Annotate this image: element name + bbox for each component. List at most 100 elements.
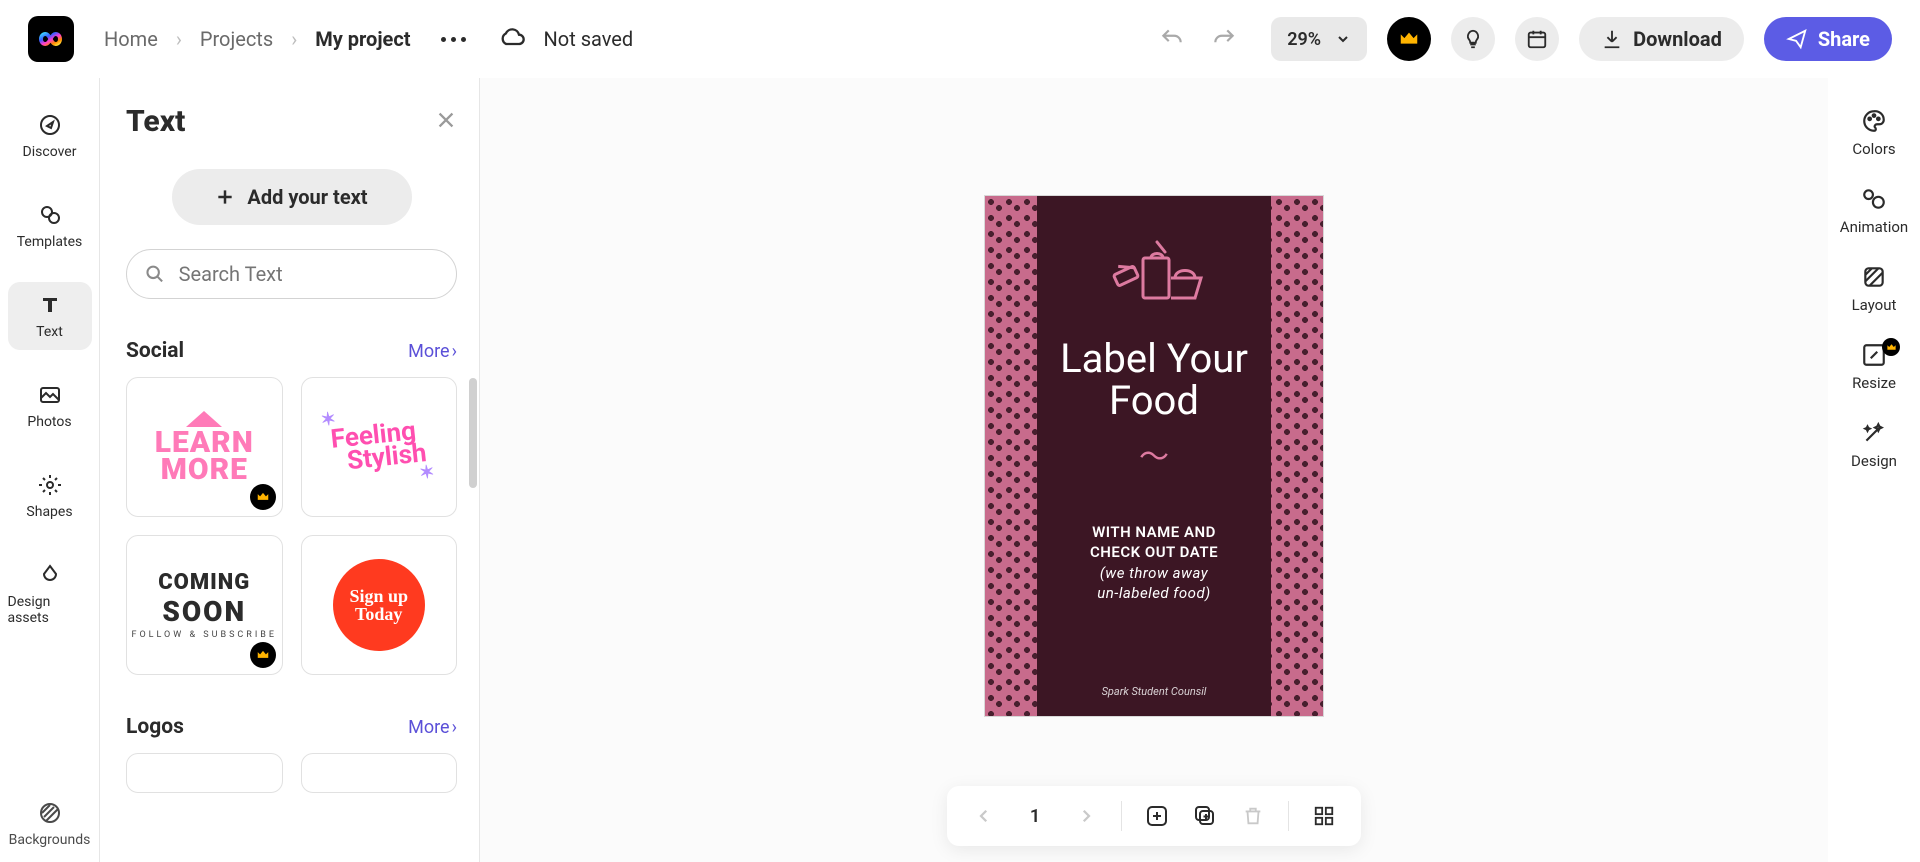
share-label: Share: [1818, 27, 1870, 51]
premium-badge: [250, 642, 276, 668]
drop-icon: [37, 562, 63, 588]
artboard-footer: Spark Student Counsil: [1102, 685, 1207, 698]
rail-text[interactable]: Text: [8, 282, 92, 350]
gear-icon: [37, 472, 63, 498]
breadcrumb-projects[interactable]: Projects: [200, 27, 273, 51]
wand-icon: [1861, 420, 1887, 446]
rail-label: Templates: [17, 234, 83, 250]
duplicate-icon: [1193, 804, 1217, 828]
artboard-subtitle: WITH NAME AND CHECK OUT DATE (we throw a…: [1090, 522, 1218, 603]
rail-backgrounds[interactable]: Backgrounds: [8, 790, 92, 858]
plus-icon: [215, 187, 235, 207]
rail-shapes[interactable]: Shapes: [8, 462, 92, 530]
rail-design-assets[interactable]: Design assets: [8, 552, 92, 636]
text-panel: Text Add your text Social More› LEARN MO…: [100, 78, 480, 862]
add-text-label: Add your text: [247, 185, 367, 209]
grid-view-button[interactable]: [1307, 799, 1341, 833]
rail-label: Text: [36, 324, 63, 340]
chevron-left-icon: [975, 807, 993, 825]
share-button[interactable]: Share: [1764, 17, 1892, 61]
rrail-colors[interactable]: Colors: [1834, 108, 1914, 158]
text-icon: [37, 292, 63, 318]
search-input[interactable]: [177, 261, 438, 287]
delete-page-button[interactable]: [1236, 799, 1270, 833]
animation-icon: [1861, 186, 1887, 212]
top-bar: Home › Projects › My project Not saved 2…: [0, 0, 1920, 78]
section-social-more[interactable]: More›: [408, 341, 457, 362]
close-panel-button[interactable]: [435, 109, 457, 135]
rail-discover[interactable]: Discover: [8, 102, 92, 170]
image-icon: [37, 382, 63, 408]
download-button[interactable]: Download: [1579, 17, 1744, 61]
lightbulb-icon: [1462, 28, 1484, 50]
breadcrumb: Home › Projects › My project: [104, 27, 411, 51]
template-coming-soon[interactable]: COMING SOON FOLLOW & SUBSCRIBE: [126, 535, 283, 675]
section-logos-title: Logos: [126, 715, 184, 739]
panel-scrollbar[interactable]: [469, 378, 477, 488]
more-menu-button[interactable]: [441, 37, 466, 42]
grid-icon: [1313, 805, 1335, 827]
plus-square-icon: [1145, 804, 1169, 828]
crown-icon: [1398, 28, 1420, 50]
template-sign-up-today[interactable]: Sign up Today: [301, 535, 458, 675]
page-toolbar: 1: [947, 786, 1361, 846]
redo-button[interactable]: [1211, 26, 1237, 52]
schedule-button[interactable]: [1515, 17, 1559, 61]
send-icon: [1786, 28, 1808, 50]
duplicate-page-button[interactable]: [1188, 799, 1222, 833]
add-text-button[interactable]: Add your text: [172, 169, 412, 225]
food-icon: [1099, 236, 1209, 310]
rrail-design[interactable]: Design: [1834, 420, 1914, 470]
template-feeling-stylish[interactable]: Feeling Stylish: [301, 377, 458, 517]
add-page-button[interactable]: [1140, 799, 1174, 833]
app-body: Discover Templates Text Photos Shapes De…: [0, 78, 1920, 862]
rrail-label: Resize: [1852, 374, 1896, 392]
breadcrumb-home[interactable]: Home: [104, 27, 158, 51]
hatch-icon: [1861, 264, 1887, 290]
premium-button[interactable]: [1387, 17, 1431, 61]
section-social-title: Social: [126, 339, 184, 363]
rail-templates[interactable]: Templates: [8, 192, 92, 260]
template-learn-more[interactable]: LEARN MORE: [126, 377, 283, 517]
chevron-right-icon: [1077, 807, 1095, 825]
compass-icon: [37, 112, 63, 138]
templates-icon: [37, 202, 63, 228]
palette-icon: [1861, 108, 1887, 134]
search-text[interactable]: [126, 249, 457, 299]
close-icon: [435, 109, 457, 131]
template-logo-2[interactable]: [301, 753, 458, 793]
next-page-button[interactable]: [1069, 799, 1103, 833]
template-logo-1[interactable]: [126, 753, 283, 793]
chevron-right-icon: ›: [176, 27, 182, 51]
rail-label: Shapes: [26, 504, 72, 520]
rrail-label: Animation: [1840, 218, 1908, 236]
calendar-icon: [1526, 28, 1548, 50]
rrail-animation[interactable]: Animation: [1834, 186, 1914, 236]
premium-badge: [1882, 338, 1900, 356]
artboard[interactable]: Label Your Food 〜 WITH NAME AND CHECK OU…: [985, 196, 1323, 716]
rrail-label: Layout: [1852, 296, 1897, 314]
hatch-icon: [37, 800, 63, 826]
right-rail: Colors Animation Layout Resize Design: [1828, 78, 1920, 862]
undo-button[interactable]: [1159, 26, 1185, 52]
left-rail: Discover Templates Text Photos Shapes De…: [0, 78, 100, 862]
section-logos-more[interactable]: More›: [408, 717, 457, 738]
app-logo[interactable]: [28, 16, 74, 62]
crown-icon: [1886, 342, 1897, 353]
zoom-dropdown[interactable]: 29%: [1271, 17, 1367, 61]
premium-badge: [250, 484, 276, 510]
chevron-right-icon: ›: [291, 27, 297, 51]
crown-icon: [256, 490, 270, 504]
chevron-right-icon: ›: [452, 341, 457, 362]
breadcrumb-current[interactable]: My project: [315, 27, 410, 51]
rrail-layout[interactable]: Layout: [1834, 264, 1914, 314]
panel-title: Text: [126, 104, 185, 139]
download-icon: [1601, 28, 1623, 50]
rrail-resize[interactable]: Resize: [1834, 342, 1914, 392]
rail-photos[interactable]: Photos: [8, 372, 92, 440]
prev-page-button[interactable]: [967, 799, 1001, 833]
rail-label: Photos: [27, 414, 71, 430]
tips-button[interactable]: [1451, 17, 1495, 61]
zoom-value: 29%: [1287, 29, 1321, 50]
chevron-down-icon: [1335, 31, 1351, 47]
